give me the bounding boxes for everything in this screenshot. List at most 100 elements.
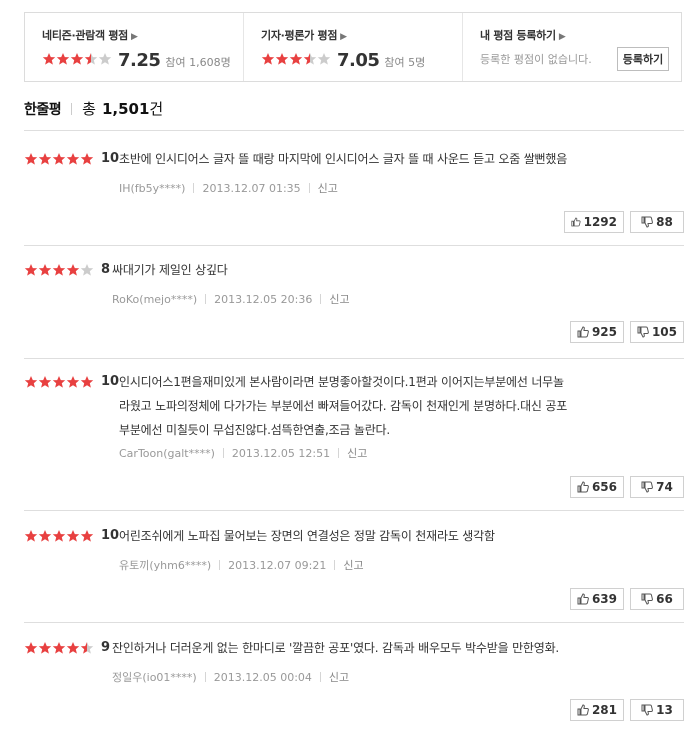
dislike-button[interactable]: 13 — [630, 699, 684, 721]
thumbs-up-icon — [577, 593, 589, 605]
review-meta: CarToon(galt****) 2013.12.05 12:51 신고 — [119, 445, 367, 461]
star-icon — [66, 152, 80, 166]
my-rating-title[interactable]: 내 평점 등록하기 ▶ — [480, 27, 681, 43]
report-link[interactable]: 신고 — [329, 291, 349, 307]
review-text: 초반에 인시디어스 글자 뜰 때랑 마지막에 인시디어스 글자 뜰 때 사운드 … — [119, 147, 567, 171]
review-score: 10 — [101, 374, 120, 389]
review-text: 잔인하거나 더러운게 없는 한마디로 '깔끔한 공포'였다. 감독과 배우모두 … — [112, 636, 559, 660]
netizen-rating: 네티즌·관람객 평점 ▶ 7.25 참여 1,608명 — [25, 13, 243, 81]
review-divider — [24, 358, 684, 359]
star-icon — [38, 263, 52, 277]
star-icon — [275, 52, 289, 66]
review-text-line: 인시디어스1편을재미있게 본사람이라면 분명좋아할것이다.1편과 이어지는부분에… — [119, 375, 564, 389]
critic-rating-title[interactable]: 기자·평론가 평점 ▶ — [261, 27, 462, 43]
dislike-button[interactable]: 105 — [630, 321, 684, 343]
star-icon — [42, 52, 56, 66]
review-score: 8 — [101, 262, 111, 277]
my-rating: 내 평점 등록하기 ▶ 등록한 평점이 없습니다. 등록하기 — [462, 13, 681, 81]
star-icon — [66, 263, 80, 277]
review-user[interactable]: CarToon(galt****) — [119, 447, 215, 460]
review-stars: 10 — [24, 374, 119, 389]
dislike-button[interactable]: 74 — [630, 476, 684, 498]
netizen-stars — [42, 52, 112, 66]
star-icon — [38, 529, 52, 543]
dislike-button[interactable]: 88 — [630, 211, 684, 233]
divider — [193, 183, 195, 193]
star-icon — [70, 52, 84, 66]
review-user[interactable]: 정일우(io01****) — [112, 669, 197, 685]
star-icon — [38, 641, 52, 655]
review-divider — [24, 622, 684, 623]
star-icon — [24, 529, 38, 543]
divider — [334, 560, 336, 570]
review-text: 어린조쉬에게 노파집 물어보는 장면의 연결성은 정말 감독이 천재라도 생각함 — [119, 524, 495, 548]
review-user[interactable]: RoKo(mejo****) — [112, 293, 197, 306]
like-count: 281 — [591, 703, 617, 717]
critic-count: 참여 5명 — [384, 56, 426, 69]
review-meta: IH(fb5y****) 2013.12.07 01:35 신고 — [119, 180, 338, 196]
review-text-line: 싸대기가 제일인 상깊다 — [112, 263, 228, 277]
review-score: 10 — [101, 151, 120, 166]
divider — [71, 102, 73, 115]
review-text: 싸대기가 제일인 상깊다 — [112, 258, 228, 282]
review-meta: 정일우(io01****) 2013.12.05 00:04 신고 — [112, 669, 349, 685]
netizen-score: 7.25 — [118, 50, 161, 71]
star-icon — [66, 641, 80, 655]
chevron-right-icon: ▶ — [340, 32, 347, 42]
review-meta: RoKo(mejo****) 2013.12.05 20:36 신고 — [112, 291, 350, 307]
dislike-count: 74 — [656, 480, 673, 494]
star-icon — [84, 52, 98, 66]
review-user[interactable]: IH(fb5y****) — [119, 182, 185, 195]
review-text-line: 초반에 인시디어스 글자 뜰 때랑 마지막에 인시디어스 글자 뜰 때 사운드 … — [119, 152, 568, 166]
star-icon — [52, 529, 66, 543]
divider — [319, 672, 321, 682]
star-icon — [80, 152, 94, 166]
total-count: 1,501 — [101, 99, 150, 118]
dislike-count: 66 — [656, 592, 673, 606]
review-divider — [24, 245, 684, 246]
critic-score: 7.05 — [337, 50, 380, 71]
thumbs-down-icon — [641, 481, 654, 493]
review-date: 2013.12.07 09:21 — [228, 558, 327, 572]
star-icon — [261, 52, 275, 66]
like-button[interactable]: 1292 — [564, 211, 624, 233]
dislike-count: 105 — [651, 325, 677, 339]
thumbs-down-icon — [641, 704, 654, 716]
review-date: 2013.12.07 01:35 — [202, 181, 301, 195]
star-icon — [80, 529, 94, 543]
thumbs-up-icon — [577, 481, 589, 493]
dislike-button[interactable]: 66 — [630, 588, 684, 610]
like-count: 1292 — [583, 215, 617, 229]
star-icon — [303, 52, 317, 66]
report-link[interactable]: 신고 — [329, 669, 349, 685]
divider — [204, 672, 206, 682]
netizen-rating-title[interactable]: 네티즌·관람객 평점 ▶ — [42, 27, 243, 43]
like-button[interactable]: 639 — [570, 588, 624, 610]
report-link[interactable]: 신고 — [343, 557, 363, 573]
star-icon — [52, 152, 66, 166]
review-stars: 9 — [24, 640, 110, 655]
like-button[interactable]: 281 — [570, 699, 624, 721]
report-link[interactable]: 신고 — [318, 180, 338, 196]
star-icon — [289, 52, 303, 66]
review-votes: 639 66 — [570, 588, 684, 610]
review-section-title: 한줄평 — [24, 101, 62, 118]
review-date: 2013.12.05 00:04 — [213, 670, 312, 684]
like-button[interactable]: 656 — [570, 476, 624, 498]
header-divider — [24, 130, 684, 131]
review-user[interactable]: 유토끼(yhm6****) — [119, 557, 211, 573]
star-icon — [38, 375, 52, 389]
star-icon — [52, 263, 66, 277]
netizen-count: 참여 1,608명 — [165, 56, 231, 69]
review-text-line: 부분에선 미칠듯이 무섭진않다.섬뜩한연출,조금 놀란다. — [119, 423, 391, 437]
divider — [222, 448, 224, 458]
register-rating-button[interactable]: 등록하기 — [617, 47, 669, 71]
review-date: 2013.12.05 12:51 — [231, 446, 331, 460]
star-icon — [24, 641, 38, 655]
review-votes: 281 13 — [570, 699, 684, 721]
star-icon — [66, 529, 80, 543]
report-link[interactable]: 신고 — [347, 445, 367, 461]
review-stars: 10 — [24, 151, 119, 166]
like-button[interactable]: 925 — [570, 321, 624, 343]
critic-stars — [261, 52, 331, 66]
